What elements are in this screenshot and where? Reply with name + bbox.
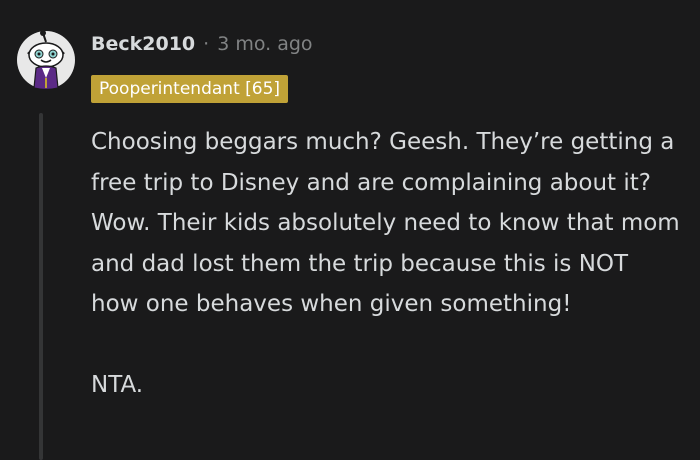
comment-paragraph: Choosing beggars much? Geesh. They’re ge… <box>91 129 680 317</box>
thread-collapse-line[interactable] <box>39 113 43 460</box>
meta-separator: · <box>203 33 210 55</box>
comment: Beck2010 · 3 mo. ago Pooperintendant [65… <box>0 0 700 460</box>
user-flair: Pooperintendant [65] <box>91 75 289 103</box>
comment-body: Choosing beggars much? Geesh. They’re ge… <box>91 122 681 405</box>
username-link[interactable]: Beck2010 <box>91 33 195 55</box>
comment-paragraph: NTA. <box>91 371 144 398</box>
snoo-avatar-icon[interactable] <box>16 30 76 90</box>
comment-meta: Beck2010 · 3 mo. ago <box>91 33 313 55</box>
comment-timestamp[interactable]: 3 mo. ago <box>217 33 312 55</box>
